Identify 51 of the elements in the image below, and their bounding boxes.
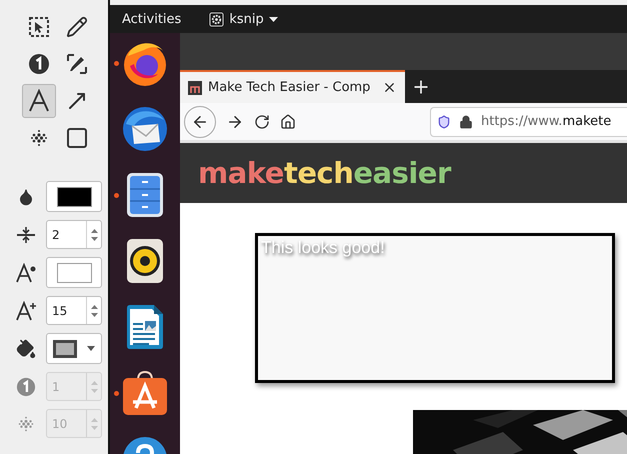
activities-button[interactable]: Activities [122, 12, 182, 26]
file-cabinet-icon[interactable] [126, 172, 164, 218]
spin-value: 10 [51, 416, 68, 430]
shopping-bag-icon[interactable] [122, 370, 168, 416]
marker-icon [66, 53, 88, 75]
address-bar[interactable]: https://www.makete [430, 106, 627, 136]
blur-dots-icon [28, 127, 50, 149]
pencil-icon [66, 16, 88, 38]
document-icon[interactable] [126, 304, 164, 350]
fill-dropdown[interactable] [46, 333, 102, 364]
color-button[interactable] [46, 257, 102, 288]
tab-title: Make Tech Easier - Comp [208, 80, 372, 95]
site-favicon [188, 80, 202, 94]
spin-box[interactable]: 2 [46, 220, 102, 249]
annotation-text: This looks good! [261, 238, 385, 257]
url-text: https://www.makete [481, 114, 612, 129]
logo-word: easier [353, 156, 451, 190]
browser-tab[interactable]: Make Tech Easier - Comp [180, 70, 405, 103]
app-menu[interactable]: ksnip [229, 12, 264, 26]
spin-value: 1 [51, 380, 61, 394]
spin-arrows-icon[interactable] [90, 226, 98, 242]
selection-icon [28, 16, 50, 38]
bird-envelope-icon[interactable] [120, 104, 170, 154]
font-color-icon [15, 262, 37, 282]
rectangle-icon [65, 126, 89, 150]
lock-icon [459, 114, 473, 128]
spin-box[interactable]: 15 [46, 296, 102, 325]
color-button[interactable] [46, 181, 102, 212]
font-size-icon [15, 300, 37, 320]
letter-a-icon [27, 89, 51, 113]
tool-button[interactable] [22, 84, 56, 118]
number-badge-icon [16, 376, 36, 396]
droplet-icon [17, 188, 35, 206]
paint-bucket-icon [16, 338, 36, 358]
shield-icon [437, 114, 451, 128]
spin-arrows-icon[interactable] [90, 302, 98, 318]
home-icon[interactable] [280, 114, 296, 130]
gear-icon [209, 12, 224, 26]
number-badge-icon [28, 53, 50, 75]
spin-value: 15 [51, 304, 68, 318]
back-button[interactable] [184, 106, 216, 138]
logo-word: tech [284, 156, 354, 190]
fill-swatch-icon [53, 340, 77, 358]
reload-icon[interactable] [254, 114, 270, 130]
spin-value: 2 [51, 228, 61, 242]
caret-icon [87, 346, 95, 351]
speaker-icon[interactable] [126, 238, 164, 284]
caret-icon [268, 16, 278, 22]
close-icon[interactable] [382, 80, 397, 95]
line-width-icon [16, 226, 36, 244]
logo-word: make [198, 156, 284, 190]
